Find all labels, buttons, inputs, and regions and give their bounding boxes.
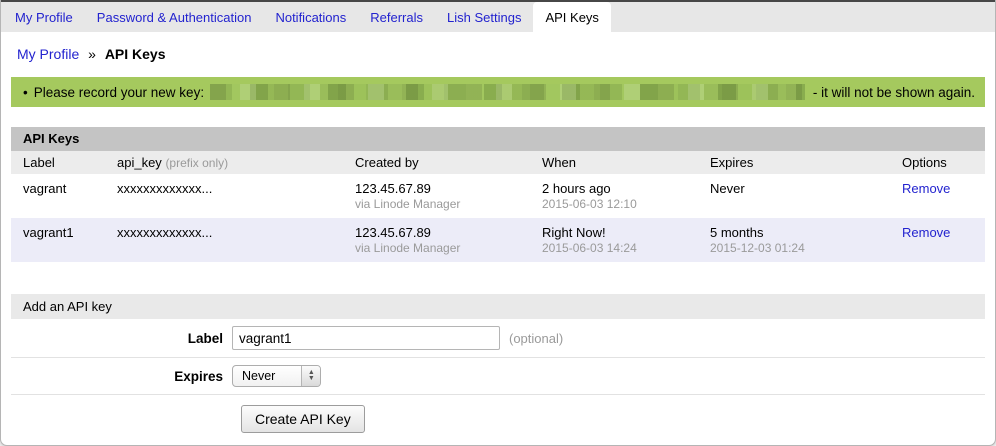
profile-tabbar: My Profile Password & Authentication Not…	[1, 2, 995, 32]
tab-my-profile[interactable]: My Profile	[3, 2, 85, 32]
table-header-row: Label api_key (prefix only) Created by W…	[11, 151, 985, 174]
table-row: vagrant1 xxxxxxxxxxxxx... 123.45.67.89 v…	[11, 218, 985, 262]
api-keys-section: API Keys Label api_key (prefix only) Cre…	[11, 127, 985, 262]
expires-cell: Never	[704, 174, 896, 218]
expires-field-row: Expires Never ▲▼	[11, 358, 985, 395]
new-key-banner: • Please record your new key: - it will …	[11, 77, 985, 107]
banner-message-suffix: - it will not be shown again.	[813, 85, 975, 100]
create-api-key-button[interactable]: Create API Key	[241, 405, 365, 433]
when-timestamp: 2015-06-03 12:10	[542, 197, 698, 211]
select-stepper-icon: ▲▼	[301, 365, 320, 387]
label-field-row: Label (optional)	[11, 319, 985, 358]
remove-key-link[interactable]: Remove	[902, 181, 950, 196]
when-timestamp: 2015-06-03 14:24	[542, 241, 698, 255]
created-by-cell: 123.45.67.89 via Linode Manager	[349, 174, 536, 218]
api-keys-page: My Profile Password & Authentication Not…	[0, 0, 996, 446]
submit-row: Create API Key	[11, 395, 985, 443]
created-by-ip: 123.45.67.89	[355, 181, 530, 196]
expires-timestamp: 2015-12-03 01:24	[710, 241, 890, 255]
redacted-api-key	[210, 84, 805, 100]
when-cell: Right Now! 2015-06-03 14:24	[536, 218, 704, 262]
column-header-api-key-note: (prefix only)	[165, 156, 228, 170]
expires-field-label: Expires	[11, 369, 232, 384]
breadcrumb: My Profile » API Keys	[1, 32, 995, 75]
label-field-label: Label	[11, 331, 232, 346]
when-relative: Right Now!	[542, 225, 698, 240]
created-by-ip: 123.45.67.89	[355, 225, 530, 240]
column-header-expires: Expires	[704, 151, 896, 174]
banner-message-prefix: Please record your new key:	[34, 85, 204, 100]
when-relative: 2 hours ago	[542, 181, 698, 196]
expires-cell: 5 months 2015-12-03 01:24	[704, 218, 896, 262]
key-prefix-cell: xxxxxxxxxxxxx...	[111, 174, 349, 218]
tab-lish-settings[interactable]: Lish Settings	[435, 2, 533, 32]
table-row: vagrant xxxxxxxxxxxxx... 123.45.67.89 vi…	[11, 174, 985, 218]
options-cell: Remove	[896, 174, 985, 218]
banner-bullet: •	[23, 85, 28, 100]
key-label-cell: vagrant1	[11, 218, 111, 262]
expires-select-value: Never	[233, 369, 301, 383]
label-input[interactable]	[232, 326, 500, 350]
label-optional-note: (optional)	[509, 331, 563, 346]
api-keys-table: Label api_key (prefix only) Created by W…	[11, 151, 985, 262]
add-api-key-title: Add an API key	[11, 294, 985, 319]
column-header-when: When	[536, 151, 704, 174]
column-header-api-key: api_key (prefix only)	[111, 151, 349, 174]
tab-referrals[interactable]: Referrals	[358, 2, 435, 32]
expires-select[interactable]: Never ▲▼	[232, 365, 321, 387]
add-api-key-section: Add an API key Label (optional) Expires …	[11, 294, 985, 443]
api-keys-table-title: API Keys	[11, 127, 985, 151]
tab-notifications[interactable]: Notifications	[263, 2, 358, 32]
column-header-created-by: Created by	[349, 151, 536, 174]
breadcrumb-current: API Keys	[105, 46, 166, 62]
options-cell: Remove	[896, 218, 985, 262]
key-prefix-cell: xxxxxxxxxxxxx...	[111, 218, 349, 262]
created-by-via: via Linode Manager	[355, 197, 530, 211]
created-by-via: via Linode Manager	[355, 241, 530, 255]
key-label-cell: vagrant	[11, 174, 111, 218]
expires-relative: Never	[710, 181, 890, 196]
column-header-api-key-text: api_key	[117, 155, 162, 170]
remove-key-link[interactable]: Remove	[902, 225, 950, 240]
when-cell: 2 hours ago 2015-06-03 12:10	[536, 174, 704, 218]
column-header-options: Options	[896, 151, 985, 174]
tab-api-keys[interactable]: API Keys	[533, 2, 610, 32]
created-by-cell: 123.45.67.89 via Linode Manager	[349, 218, 536, 262]
breadcrumb-separator: »	[88, 46, 96, 62]
column-header-label: Label	[11, 151, 111, 174]
tab-password-authentication[interactable]: Password & Authentication	[85, 2, 264, 32]
breadcrumb-my-profile-link[interactable]: My Profile	[17, 46, 79, 62]
expires-relative: 5 months	[710, 225, 890, 240]
